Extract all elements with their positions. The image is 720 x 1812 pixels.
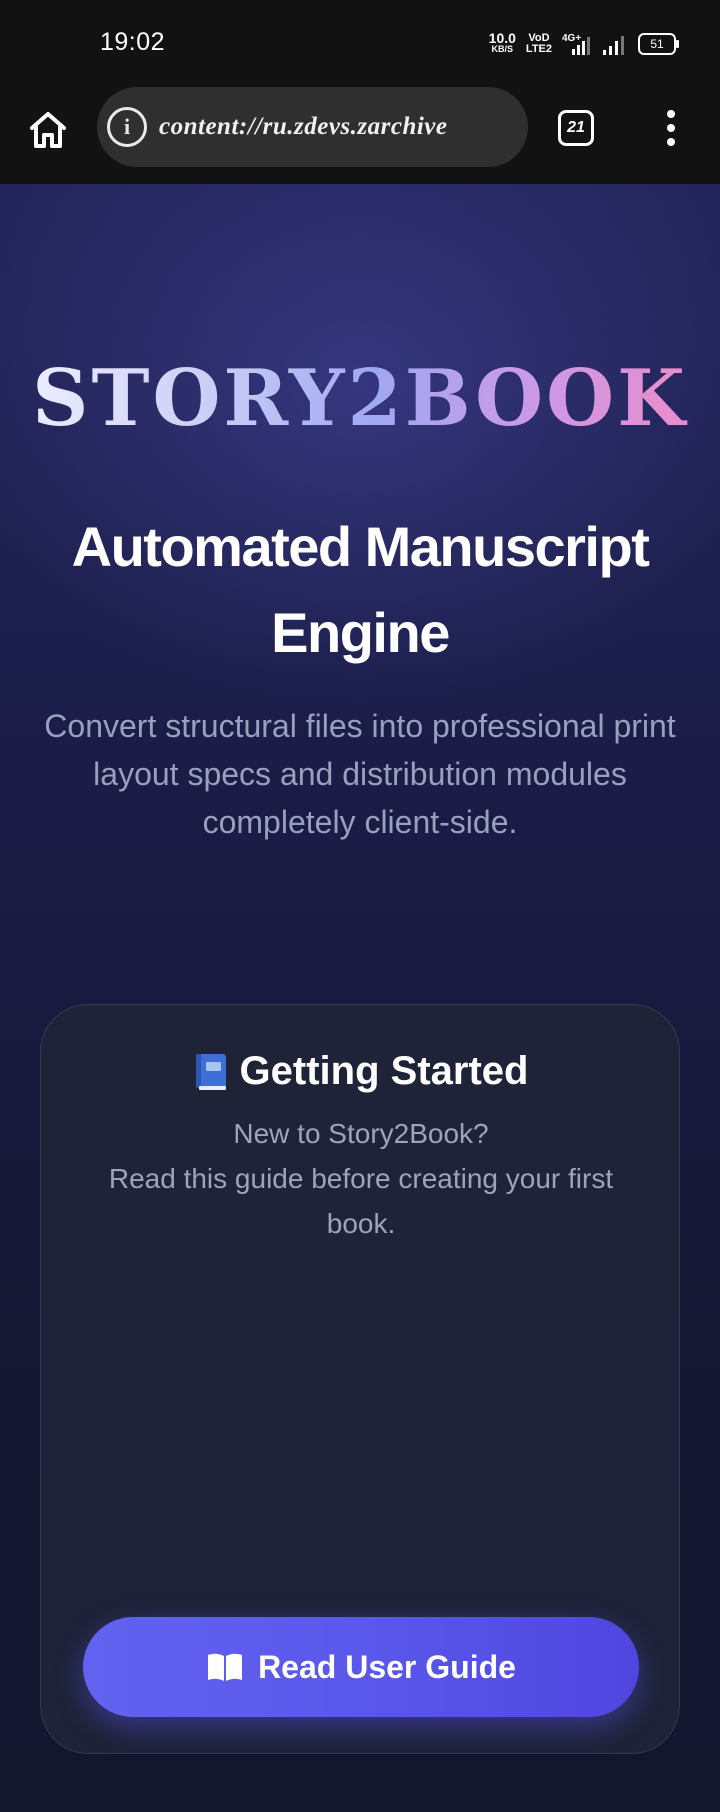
tabs-button[interactable]: 21 xyxy=(558,110,594,146)
url-text[interactable]: content://ru.zdevs.zarchive xyxy=(159,113,519,141)
card-title: Getting Started xyxy=(239,1049,529,1093)
signal-4g-icon: 4G+ xyxy=(562,33,590,55)
status-bar: 19:02 10.0 KB/S VoD LTE2 4G+ 51 xyxy=(0,0,720,88)
signal-bars-icon xyxy=(603,36,624,55)
status-icons: 10.0 KB/S VoD LTE2 4G+ 51 xyxy=(488,30,679,58)
network-speed-unit: KB/S xyxy=(491,44,514,54)
read-user-guide-label: Read User Guide xyxy=(258,1648,516,1685)
read-user-guide-button[interactable]: Read User Guide xyxy=(83,1617,639,1717)
info-glyph: i xyxy=(123,114,131,139)
page-title: Automated Manuscript Engine xyxy=(71,515,650,664)
network-speed-value: 10.0 xyxy=(488,30,516,46)
card-header: Getting Started xyxy=(41,1049,681,1094)
page-content: STORY2BOOK Automated Manuscript Engine C… xyxy=(0,184,720,1812)
battery-level: 51 xyxy=(650,37,664,51)
network-speed: 10.0 KB/S xyxy=(488,30,516,55)
battery-icon: 51 xyxy=(638,33,679,55)
card-desc-line2: Read this guide before creating your fir… xyxy=(108,1163,614,1239)
blue-book-icon xyxy=(195,1053,226,1090)
address-bar[interactable]: i content://ru.zdevs.zarchive xyxy=(97,87,528,167)
network-type-label: 4G+ xyxy=(562,33,581,44)
browser-toolbar: i content://ru.zdevs.zarchive 21 xyxy=(0,87,720,185)
status-time: 19:02 xyxy=(100,28,166,56)
page-subtitle: Convert structural files into profession… xyxy=(44,708,676,840)
card-description: New to Story2Book? Read this guide befor… xyxy=(71,1111,651,1246)
more-vertical-icon[interactable] xyxy=(660,106,682,150)
info-icon[interactable]: i xyxy=(107,107,147,147)
home-icon[interactable] xyxy=(26,108,70,152)
volte-bottom: LTE2 xyxy=(525,43,552,55)
open-book-icon xyxy=(208,1653,243,1681)
getting-started-card: Getting Started New to Story2Book? Read … xyxy=(40,1004,680,1754)
tab-count: 21 xyxy=(567,119,585,136)
app-logo: STORY2BOOK xyxy=(0,354,720,444)
card-desc-line1: New to Story2Book? xyxy=(233,1118,489,1149)
volte-indicator: VoD LTE2 xyxy=(526,33,552,55)
